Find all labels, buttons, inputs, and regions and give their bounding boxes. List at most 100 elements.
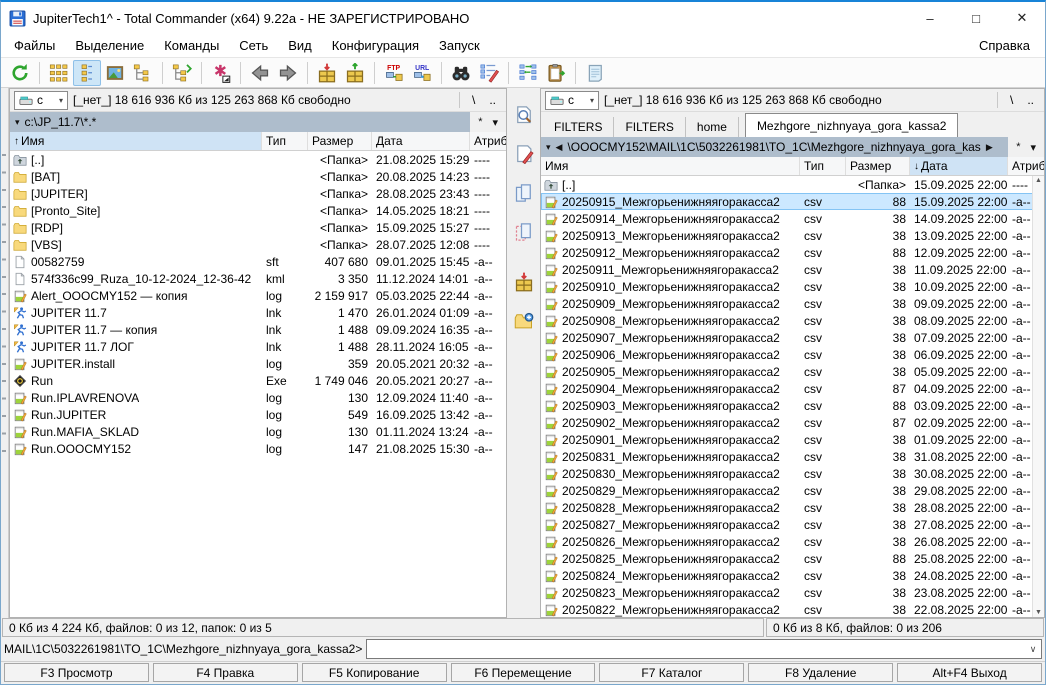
f4-edit-button[interactable]: F4 Правка xyxy=(153,663,298,682)
file-row[interactable]: [..]<Папка>15.09.2025 22:00---- xyxy=(541,176,1044,193)
file-row[interactable]: 20250831_Межгорьенижняягоракасса2csv3831… xyxy=(541,448,1044,465)
unpack-button[interactable] xyxy=(341,60,369,86)
column-header-size[interactable]: Размер xyxy=(846,157,910,175)
file-row[interactable]: 20250913_Межгорьенижняягоракасса2csv3813… xyxy=(541,227,1044,244)
pack-button[interactable] xyxy=(313,60,341,86)
right-drive-combo[interactable]: c ▾ xyxy=(545,91,599,110)
brief-view-button[interactable] xyxy=(45,60,73,86)
file-row[interactable]: [RDP]<Папка>15.09.2025 15:27---- xyxy=(10,219,506,236)
command-history-dropdown-icon[interactable]: ∨ xyxy=(1025,644,1041,655)
file-row[interactable]: 574f336c99_Ruza_10-12-2024_12-36-42kml3 … xyxy=(10,270,506,287)
left-up-dir-button[interactable]: .. xyxy=(483,92,502,108)
file-row[interactable]: JUPITER 11.7 ЛОГlnk1 48828.11.2024 16:05… xyxy=(10,338,506,355)
file-row[interactable]: 20250827_Межгорьенижняягоракасса2csv3827… xyxy=(541,516,1044,533)
left-root-button[interactable]: \ xyxy=(466,92,481,108)
filter-button[interactable]: * xyxy=(1016,141,1020,153)
right-up-dir-button[interactable]: .. xyxy=(1021,92,1040,108)
file-row[interactable]: Run.MAFIA_SKLADlog13001.11.2024 13:24-a-… xyxy=(10,423,506,440)
file-row[interactable]: 20250825_Межгорьенижняягоракасса2csv8825… xyxy=(541,550,1044,567)
file-row[interactable]: [VBS]<Папка>28.07.2025 12:08---- xyxy=(10,236,506,253)
tab-home[interactable]: home xyxy=(686,117,739,137)
file-row[interactable]: 20250905_Межгорьенижняягоракасса2csv3805… xyxy=(541,363,1044,380)
column-header-name[interactable]: Имя xyxy=(541,157,800,175)
left-path-bar[interactable]: ▾ c:\JP_11.7\*.* * ▾ xyxy=(10,112,506,132)
menu-item-configuration[interactable]: Конфигурация xyxy=(322,36,429,55)
refresh-button[interactable] xyxy=(6,60,34,86)
clipboard-button[interactable] xyxy=(542,60,570,86)
f5-copy-button[interactable]: F5 Копирование xyxy=(302,663,447,682)
folder-tree-button[interactable] xyxy=(168,60,196,86)
menu-item-net[interactable]: Сеть xyxy=(229,36,278,55)
file-row[interactable]: 20250911_Межгорьенижняягоракасса2csv3811… xyxy=(541,261,1044,278)
file-row[interactable]: 20250914_Межгорьенижняягоракасса2csv3814… xyxy=(541,210,1044,227)
panel-menu-dropdown-icon[interactable]: ▾ xyxy=(492,116,498,129)
file-row[interactable]: [JUPITER]<Папка>28.08.2025 23:43---- xyxy=(10,185,506,202)
menu-item-mark[interactable]: Выделение xyxy=(65,36,154,55)
column-header-size[interactable]: Размер xyxy=(308,132,372,150)
right-path-bar[interactable]: ▾ ◀ \OOOCMY152\MAIL\1C\5032261981\TO_1C\… xyxy=(541,137,1044,157)
file-row[interactable]: 20250828_Межгорьенижняягоракасса2csv3828… xyxy=(541,499,1044,516)
full-view-button[interactable] xyxy=(73,60,101,86)
tab-mezhgore_nizhnyaya_gora_kassa2[interactable]: Mezhgore_nizhnyaya_gora_kassa2 xyxy=(745,113,958,137)
filter-button[interactable]: * xyxy=(478,116,482,128)
column-header-attr[interactable]: Атриб xyxy=(1008,157,1044,175)
f5-copy-button[interactable] xyxy=(511,181,537,205)
file-row[interactable]: 20250903_Межгорьенижняягоракасса2csv8803… xyxy=(541,397,1044,414)
f7-new-folder-button[interactable] xyxy=(511,309,537,333)
column-header-type[interactable]: Тип xyxy=(262,132,308,150)
file-row[interactable]: 20250904_Межгорьенижняягоракасса2csv8704… xyxy=(541,380,1044,397)
history-dropdown-icon[interactable]: ▾ xyxy=(15,117,20,128)
file-row[interactable]: 20250906_Межгорьенижняягоракасса2csv3806… xyxy=(541,346,1044,363)
history-dropdown-icon[interactable]: ▾ xyxy=(546,142,551,153)
right-scrollbar[interactable]: ▲ ▼ xyxy=(1032,176,1044,617)
tree-view-button[interactable] xyxy=(129,60,157,86)
file-row[interactable]: 20250910_Межгорьенижняягоракасса2csv3810… xyxy=(541,278,1044,295)
f4-edit-button[interactable] xyxy=(511,142,537,166)
file-row[interactable]: 20250907_Межгорьенижняягоракасса2csv3807… xyxy=(541,329,1044,346)
thumbnails-view-button[interactable] xyxy=(101,60,129,86)
tab-filters[interactable]: FILTERS xyxy=(543,117,614,137)
file-row[interactable]: 20250901_Межгорьенижняягоракасса2csv3801… xyxy=(541,431,1044,448)
file-row[interactable]: Alert_OOOCMY152 — копияlog2 159 91705.03… xyxy=(10,287,506,304)
minimize-icon[interactable]: – xyxy=(907,2,953,34)
column-header-date[interactable]: ↓Дата xyxy=(910,157,1008,175)
file-row[interactable]: 20250902_Межгорьенижняягоракасса2csv8702… xyxy=(541,414,1044,431)
column-header-date[interactable]: Дата xyxy=(372,132,470,150)
file-row[interactable]: 20250826_Межгорьенижняягоракасса2csv3826… xyxy=(541,533,1044,550)
multi-rename-button[interactable] xyxy=(475,60,503,86)
file-row[interactable]: 20250829_Межгорьенижняягоракасса2csv3829… xyxy=(541,482,1044,499)
menu-item-help[interactable]: Справка xyxy=(967,36,1042,55)
file-row[interactable]: 20250830_Межгорьенижняягоракасса2csv3830… xyxy=(541,465,1044,482)
menu-item-show[interactable]: Вид xyxy=(278,36,322,55)
tab-filters[interactable]: FILTERS xyxy=(614,117,685,137)
forward-button[interactable] xyxy=(274,60,302,86)
right-root-button[interactable]: \ xyxy=(1004,92,1019,108)
file-row[interactable]: Run.OOOCMY152log14721.08.2025 15:30-a-- xyxy=(10,440,506,457)
file-row[interactable]: 20250822_Межгорьенижняягоракасса2csv3822… xyxy=(541,601,1044,617)
menu-item-commands[interactable]: Команды xyxy=(154,36,229,55)
file-row[interactable]: Run.JUPITERlog54916.09.2025 13:42-a-- xyxy=(10,406,506,423)
back-button[interactable] xyxy=(246,60,274,86)
ftp-url-button[interactable]: URL xyxy=(408,60,436,86)
file-row[interactable]: 20250915_Межгорьенижняягоракасса2csv8815… xyxy=(541,193,1044,210)
left-drive-combo[interactable]: c ▾ xyxy=(14,91,68,110)
file-row[interactable]: JUPITER 11.7lnk1 47026.01.2024 01:09-a-- xyxy=(10,304,506,321)
notepad-button[interactable] xyxy=(581,60,609,86)
pack-files-button[interactable] xyxy=(511,270,537,294)
path-scroll-right-icon[interactable]: ▶ xyxy=(986,142,993,153)
ftp-connect-button[interactable]: FTP xyxy=(380,60,408,86)
scroll-up-icon[interactable]: ▲ xyxy=(1035,177,1042,184)
file-row[interactable]: JUPITER.installlog35920.05.2021 20:32-a-… xyxy=(10,355,506,372)
wildcard-button[interactable] xyxy=(207,60,235,86)
path-scroll-left-icon[interactable]: ◀ xyxy=(556,142,563,153)
file-row[interactable]: [..]<Папка>21.08.2025 15:29---- xyxy=(10,151,506,168)
file-row[interactable]: RunExe1 749 04620.05.2021 20:27-a-- xyxy=(10,372,506,389)
f6-move-button[interactable] xyxy=(511,220,537,244)
file-row[interactable]: Run.IPLAVRENOVAlog13012.09.2024 11:40-a-… xyxy=(10,389,506,406)
file-row[interactable]: [BAT]<Папка>20.08.2025 14:23---- xyxy=(10,168,506,185)
menu-item-files[interactable]: Файлы xyxy=(4,36,65,55)
column-header-name[interactable]: ↑Имя xyxy=(10,132,262,150)
column-header-attr[interactable]: Атриб xyxy=(470,132,506,150)
column-header-type[interactable]: Тип xyxy=(800,157,846,175)
file-row[interactable]: [Pronto_Site]<Папка>14.05.2025 18:21---- xyxy=(10,202,506,219)
